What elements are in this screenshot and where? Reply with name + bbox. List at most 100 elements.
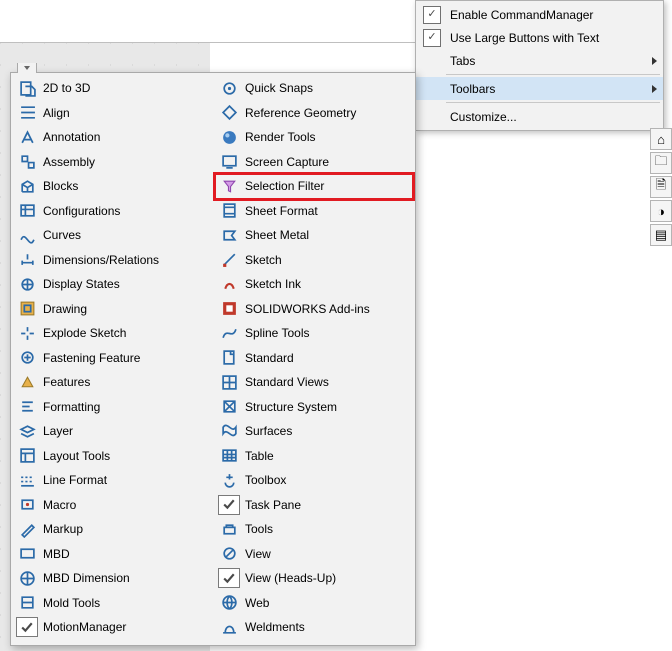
toolbar-item-mbd[interactable]: MBD	[13, 542, 211, 567]
toolbar-item-motionmanager[interactable]: MotionManager	[13, 615, 211, 640]
toolbar-item-solidworks-add-ins[interactable]: SOLIDWORKS Add-ins	[215, 297, 413, 322]
macro-icon	[16, 495, 38, 515]
toolbar-item-configurations[interactable]: Configurations	[13, 199, 211, 224]
check-icon	[218, 495, 240, 515]
linefmt-icon	[16, 470, 38, 490]
toolbar-item-macro[interactable]: Macro	[13, 493, 211, 518]
toolbar-item-surfaces[interactable]: Surfaces	[215, 419, 413, 444]
context-menu-separator	[446, 102, 660, 103]
toolbar-item-label: Sketch Ink	[245, 277, 409, 291]
toolbar-item-layout-tools[interactable]: Layout Tools	[13, 444, 211, 469]
selfilter-icon	[218, 176, 240, 196]
task-pane-dock: ⌂ 🗀🗎 ◑ ▤	[650, 128, 672, 246]
dock-palette-icon[interactable]: ◑	[650, 200, 672, 222]
toolbar-item-label: Task Pane	[245, 498, 409, 512]
toolbar-item-label: Sketch	[245, 253, 409, 267]
toolbar-item-reference-geometry[interactable]: Reference Geometry	[215, 101, 413, 126]
toolbar-item-label: Web	[245, 596, 409, 610]
toolbar-item-line-format[interactable]: Line Format	[13, 468, 211, 493]
toolbar-item-markup[interactable]: Markup	[13, 517, 211, 542]
toolbar-item-explode-sketch[interactable]: Explode Sketch	[13, 321, 211, 346]
draw-icon	[16, 299, 38, 319]
ctx-item-toolbars[interactable]: Toolbars	[416, 77, 663, 100]
view-icon	[218, 544, 240, 564]
stdviews-icon	[218, 372, 240, 392]
toolbar-item-sketch-ink[interactable]: Sketch Ink	[215, 272, 413, 297]
layout-icon	[16, 446, 38, 466]
toolbar-item-label: SOLIDWORKS Add-ins	[245, 302, 409, 316]
toolbar-item-dimensions-relations[interactable]: Dimensions/Relations	[13, 248, 211, 273]
toolbar-item-label: Tools	[245, 522, 409, 536]
toolbar-item-label: Display States	[43, 277, 207, 291]
ctx-item-label: Customize...	[450, 110, 657, 124]
toolbar-item-screen-capture[interactable]: Screen Capture	[215, 150, 413, 175]
toolbar-item-standard[interactable]: Standard	[215, 346, 413, 371]
toolbar-item-label: Configurations	[43, 204, 207, 218]
home-glyph: ⌂	[657, 132, 665, 147]
layer-icon	[16, 421, 38, 441]
toolbar-item-formatting[interactable]: Formatting	[13, 395, 211, 420]
toolbar-item-label: Explode Sketch	[43, 326, 207, 340]
toolbar-item-view-heads-up[interactable]: View (Heads-Up)	[215, 566, 413, 591]
check-icon	[16, 617, 38, 637]
toolbar-item-weldments[interactable]: Weldments	[215, 615, 413, 640]
toolbar-item-mbd-dimension[interactable]: MBD Dimension	[13, 566, 211, 591]
dock-folder-icon[interactable]: 🗀	[650, 152, 672, 174]
ctx-item-enable-commandmanager[interactable]: ✓Enable CommandManager	[416, 3, 663, 26]
toolbar-item-2d-to-3d[interactable]: 2D to 3D	[13, 76, 211, 101]
toolbar-item-display-states[interactable]: Display States	[13, 272, 211, 297]
render-icon	[218, 127, 240, 147]
layers-glyph: ▤	[655, 227, 667, 243]
toolbar-item-quick-snaps[interactable]: Quick Snaps	[215, 76, 413, 101]
toolbar-item-label: MBD Dimension	[43, 571, 207, 585]
toolbar-item-standard-views[interactable]: Standard Views	[215, 370, 413, 395]
toolbar-item-table[interactable]: Table	[215, 444, 413, 469]
checkbox-checked-icon: ✓	[420, 28, 444, 47]
toolbar-item-label: MBD	[43, 547, 207, 561]
palette-glyph: ◑	[657, 204, 665, 219]
toolbar-item-curves[interactable]: Curves	[13, 223, 211, 248]
toolbar-item-drawing[interactable]: Drawing	[13, 297, 211, 322]
toolbar-item-mold-tools[interactable]: Mold Tools	[13, 591, 211, 616]
dock-doc-icon[interactable]: 🗎	[650, 176, 672, 198]
toolbar-item-web[interactable]: Web	[215, 591, 413, 616]
toolbar-item-layer[interactable]: Layer	[13, 419, 211, 444]
toolbar-item-structure-system[interactable]: Structure System	[215, 395, 413, 420]
toolbar-item-annotation[interactable]: Annotation	[13, 125, 211, 150]
web-icon	[218, 593, 240, 613]
toolbar-item-fastening-feature[interactable]: Fastening Feature	[13, 346, 211, 371]
toolbar-item-spline-tools[interactable]: Spline Tools	[215, 321, 413, 346]
dock-home-icon[interactable]: ⌂	[650, 128, 672, 150]
surf-icon	[218, 421, 240, 441]
weld-icon	[218, 617, 240, 637]
toolbox-icon	[218, 470, 240, 490]
ctx-item-tabs[interactable]: Tabs	[416, 49, 663, 72]
toolbar-item-render-tools[interactable]: Render Tools	[215, 125, 413, 150]
dock-layers-icon[interactable]: ▤	[650, 224, 672, 246]
toolbar-item-align[interactable]: Align	[13, 101, 211, 126]
toolbar-item-tools[interactable]: Tools	[215, 517, 413, 542]
toolbar-item-sketch[interactable]: Sketch	[215, 248, 413, 273]
ctx-item-customize[interactable]: Customize...	[416, 105, 663, 128]
doc3d-icon	[16, 78, 38, 98]
toolbar-item-sheet-format[interactable]: Sheet Format	[215, 199, 413, 224]
checkbox-empty	[420, 51, 444, 70]
toolbar-item-blocks[interactable]: Blocks	[13, 174, 211, 199]
snaps-icon	[218, 78, 240, 98]
checkbox-checked-icon: ✓	[420, 5, 444, 24]
toolbar-item-toolbox[interactable]: Toolbox	[215, 468, 413, 493]
toolbar-item-sheet-metal[interactable]: Sheet Metal	[215, 223, 413, 248]
toolbar-item-label: Weldments	[245, 620, 409, 634]
toolbar-item-view[interactable]: View	[215, 542, 413, 567]
toolbar-item-assembly[interactable]: Assembly	[13, 150, 211, 175]
toolbar-item-task-pane[interactable]: Task Pane	[215, 493, 413, 518]
toolbar-item-label: Standard	[245, 351, 409, 365]
toolbar-item-features[interactable]: Features	[13, 370, 211, 395]
toolbars-flyout-menu: 2D to 3D AlignAnnotationAssemblyBlocks Con…	[10, 72, 416, 646]
toolbar-item-label: Surfaces	[245, 424, 409, 438]
toolbar-item-selection-filter[interactable]: Selection Filter	[215, 174, 413, 199]
toolbar-item-label: Structure System	[245, 400, 409, 414]
sketch-icon	[218, 250, 240, 270]
toolbar-item-label: 2D to 3D	[43, 81, 207, 95]
ctx-item-use-large-buttons-with-text[interactable]: ✓Use Large Buttons with Text	[416, 26, 663, 49]
